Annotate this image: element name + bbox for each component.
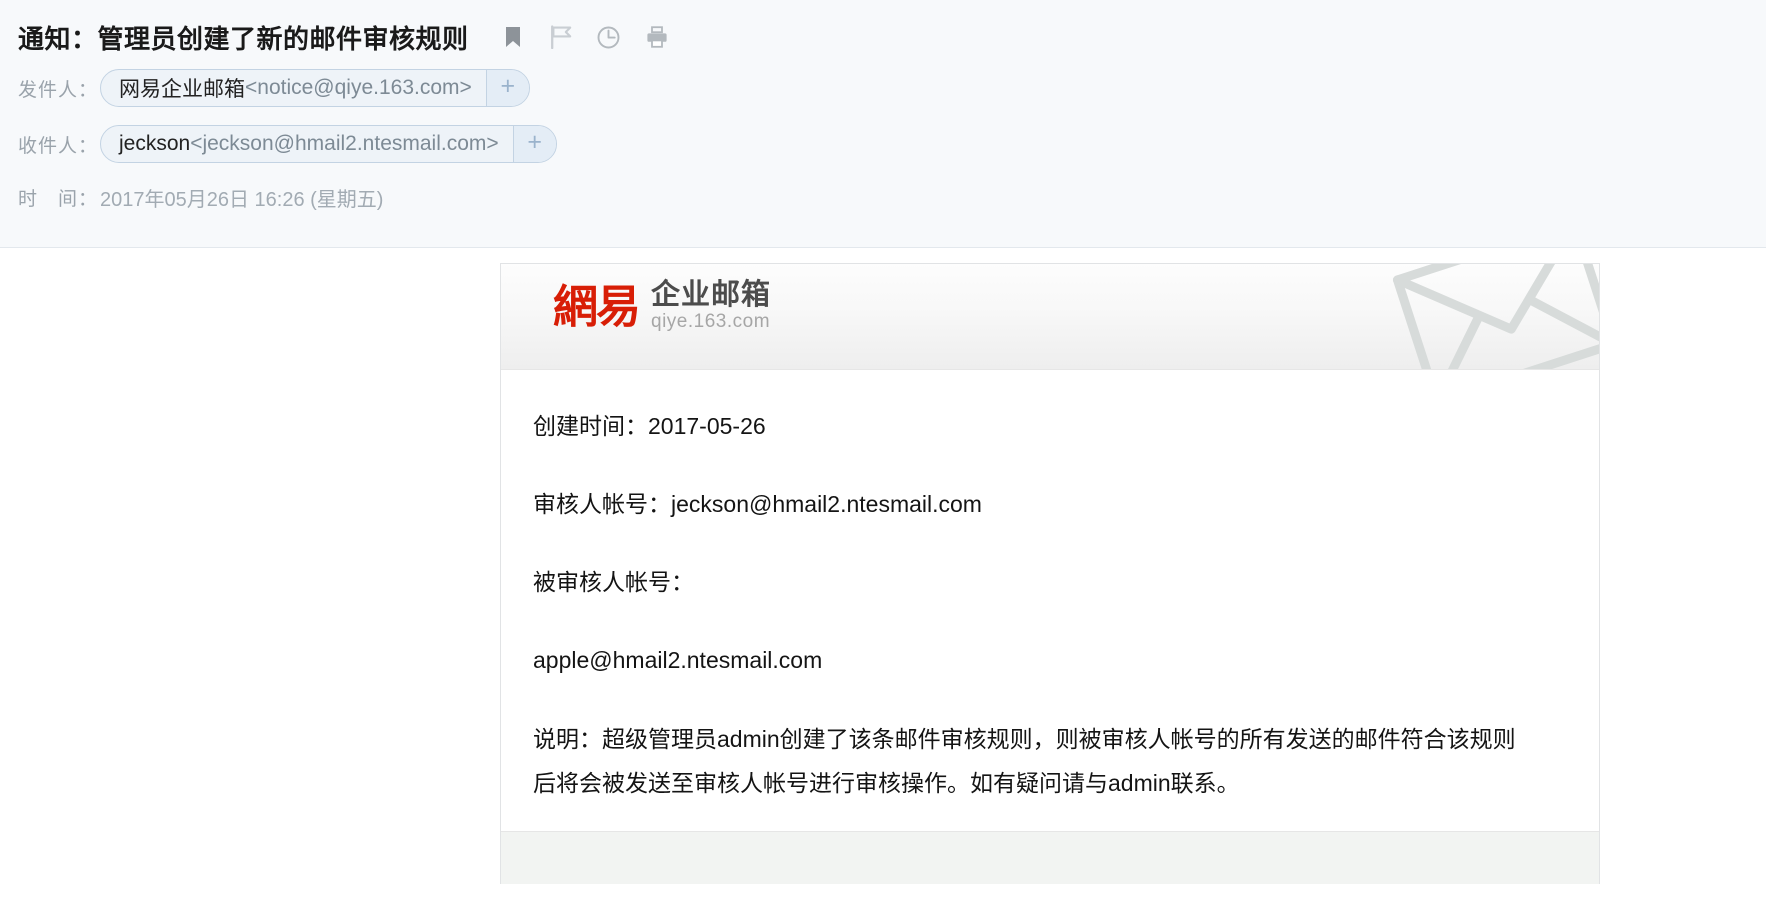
created-time-line: 创建时间：2017-05-26	[533, 413, 766, 439]
to-row: 收件人： jeckson <jeckson@hmail2.ntesmail.com…	[0, 116, 1766, 172]
from-label: 发件人：	[18, 79, 99, 101]
to-address-pill[interactable]: jeckson <jeckson@hmail2.ntesmail.com> +	[100, 125, 557, 163]
envelope-watermark-icon	[1392, 264, 1599, 369]
time-value: 2017年05月26日 16:26 (星期五)	[100, 188, 384, 211]
time-label: 时 间：	[18, 188, 99, 210]
card-content: 创建时间：2017-05-26 审核人帐号：jeckson@hmail2.nte…	[501, 370, 1599, 831]
brand-domain: qiye.163.com	[651, 311, 771, 333]
mail-body: 網易 企业邮箱 qiye.163.com 创建时间：2017-05-26 审核人…	[0, 248, 1766, 914]
time-row: 时 间： 2017年05月26日 16:26 (星期五)	[0, 172, 1766, 222]
subject-action-icons	[501, 24, 669, 50]
brand-text-block: 企业邮箱 qiye.163.com	[651, 280, 771, 334]
from-address-pill[interactable]: 网易企业邮箱 <notice@qiye.163.com> +	[100, 69, 530, 107]
netease-brand-logo: 網易 企业邮箱 qiye.163.com	[553, 280, 771, 334]
page-title: 通知：管理员创建了新的邮件审核规则	[18, 23, 469, 54]
to-display-name: jeckson	[119, 132, 191, 155]
reviewer-account-line: 审核人帐号：jeckson@hmail2.ntesmail.com	[533, 491, 982, 518]
to-address-text[interactable]: jeckson <jeckson@hmail2.ntesmail.com>	[101, 126, 513, 162]
to-email: <jeckson@hmail2.ntesmail.com>	[190, 132, 499, 155]
from-address-text[interactable]: 网易企业邮箱 <notice@qiye.163.com>	[101, 70, 486, 106]
brand-wordmark-cn: 網易	[553, 280, 641, 333]
card-banner: 網易 企业邮箱 qiye.163.com	[501, 264, 1599, 370]
from-email: <notice@qiye.163.com>	[245, 76, 472, 99]
add-from-contact-button[interactable]: +	[485, 70, 529, 106]
reviewed-account-value-line: apple@hmail2.ntesmail.com	[533, 647, 823, 674]
flag-icon[interactable]	[549, 24, 573, 50]
add-to-contact-button[interactable]: +	[512, 126, 556, 162]
printer-icon[interactable]	[645, 24, 669, 50]
clock-icon[interactable]	[597, 24, 621, 50]
bookmark-icon[interactable]	[501, 24, 525, 50]
brand-product-name: 企业邮箱	[651, 279, 772, 311]
notice-card: 網易 企业邮箱 qiye.163.com 创建时间：2017-05-26 审核人…	[500, 263, 1600, 884]
mail-header: 通知：管理员创建了新的邮件审核规则 发件人： 网易企业邮箱 <notice@qi…	[0, 0, 1766, 248]
explanation-paragraph: 说明：超级管理员admin创建了该条邮件审核规则，则被审核人帐号的所有发送的邮件…	[533, 725, 1516, 796]
from-row: 发件人： 网易企业邮箱 <notice@qiye.163.com> +	[0, 60, 1766, 116]
from-display-name: 网易企业邮箱	[119, 78, 245, 101]
to-label: 收件人：	[18, 135, 99, 157]
reviewed-account-label-line: 被审核人帐号：	[533, 569, 694, 596]
card-footer	[501, 830, 1599, 884]
subject-row: 通知：管理员创建了新的邮件审核规则	[0, 0, 1766, 60]
